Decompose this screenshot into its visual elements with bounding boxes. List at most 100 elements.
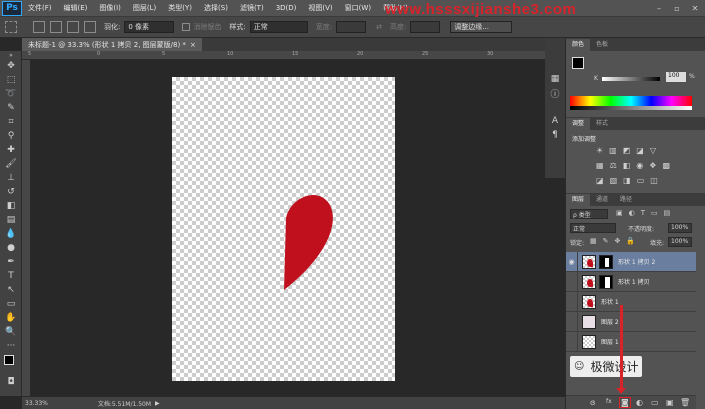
refine-edge-button[interactable]: 调整边缘...	[450, 21, 513, 33]
tab-layers[interactable]: 图层	[566, 194, 591, 206]
pen-tool-icon[interactable]: ✒	[0, 255, 22, 269]
menu-3d[interactable]: 3D(D)	[270, 4, 303, 12]
document-canvas[interactable]	[172, 77, 395, 381]
width-input[interactable]	[336, 21, 367, 33]
feather-input[interactable]: 0 像素	[124, 21, 175, 33]
path-select-tool-icon[interactable]: ↖	[0, 283, 22, 297]
k-value-input[interactable]: 100	[666, 72, 686, 82]
tab-styles[interactable]: 样式	[590, 118, 614, 130]
lock-position-icon[interactable]: ✥	[615, 237, 621, 245]
lock-pixels-icon[interactable]: ✎	[603, 237, 609, 245]
add-selection-icon[interactable]	[50, 21, 62, 33]
layer-row-shape[interactable]: 形状 1	[566, 291, 696, 312]
swap-icon[interactable]: ⇄	[376, 23, 382, 31]
menu-filter[interactable]: 滤镜(T)	[234, 3, 270, 13]
history-panel-icon[interactable]: ▦	[545, 72, 565, 86]
eyedropper-tool-icon[interactable]: ⚲	[0, 129, 22, 143]
lock-all-icon[interactable]: 🔒	[626, 237, 635, 245]
delete-layer-button[interactable]: 🗑	[680, 398, 690, 407]
brush-tool-icon[interactable]: 🖌	[0, 157, 22, 171]
photo-filter-icon[interactable]: ◉	[636, 161, 643, 170]
toolbar-collapse-icon[interactable]: »	[0, 51, 22, 59]
tab-channels[interactable]: 通道	[590, 194, 614, 206]
gradient-tool-icon[interactable]: ▤	[0, 213, 22, 227]
layer-filter-select[interactable]: ρ 类型	[570, 209, 608, 219]
marquee-tool-icon[interactable]: ⬚	[0, 73, 22, 87]
close-window-button[interactable]: ✕	[688, 3, 702, 13]
marquee-tool-icon[interactable]	[5, 21, 17, 33]
tab-adjustments[interactable]: 调整	[566, 118, 591, 130]
visibility-eye-icon[interactable]: ◉	[566, 251, 578, 272]
vibrance-icon[interactable]: ▽	[650, 146, 656, 155]
layer-row-shape-copy[interactable]: 形状 1 拷贝	[566, 271, 696, 292]
exposure-icon[interactable]: ◪	[636, 146, 644, 155]
paragraph-panel-icon[interactable]: ¶	[545, 128, 565, 142]
tab-swatches[interactable]: 色板	[590, 39, 614, 51]
quick-mask-icon[interactable]: ◘	[0, 375, 22, 389]
layer-row-layer-1[interactable]: 图层 1	[566, 331, 696, 352]
layer-name[interactable]: 形状 1	[601, 297, 619, 306]
type-tool-icon[interactable]: T	[0, 269, 22, 283]
color-lookup-icon[interactable]: ▩	[662, 161, 670, 170]
threshold-icon[interactable]: ◨	[623, 176, 631, 185]
gradient-map-icon[interactable]: ▭	[637, 176, 645, 185]
k-slider[interactable]	[602, 77, 660, 81]
tab-color[interactable]: 颜色	[566, 39, 591, 51]
menu-select[interactable]: 选择(S)	[198, 3, 234, 13]
visibility-toggle[interactable]	[566, 331, 578, 352]
eraser-tool-icon[interactable]: ◧	[0, 199, 22, 213]
color-swatches[interactable]	[0, 353, 21, 375]
subtract-selection-icon[interactable]	[67, 21, 79, 33]
filter-shape-icon[interactable]: ▭	[651, 209, 658, 217]
lock-transparency-icon[interactable]: ▦	[590, 237, 597, 245]
grayscale-bar[interactable]	[570, 106, 692, 110]
menu-edit[interactable]: 编辑(E)	[58, 3, 94, 13]
crop-tool-icon[interactable]: ⌗	[0, 115, 22, 129]
zoom-tool-icon[interactable]: 🔍	[0, 325, 22, 339]
move-tool-icon[interactable]: ✥	[0, 59, 22, 73]
blend-mode-select[interactable]: 正常	[570, 223, 616, 233]
tab-paths[interactable]: 路径	[614, 194, 638, 206]
brightness-icon[interactable]: ☀	[596, 146, 603, 155]
adjustment-layer-button[interactable]: ◐	[636, 398, 643, 407]
visibility-toggle[interactable]	[566, 271, 578, 292]
invert-icon[interactable]: ◪	[596, 176, 604, 185]
close-tab-icon[interactable]: ×	[190, 41, 196, 49]
layer-style-button[interactable]: fx	[606, 398, 612, 405]
posterize-icon[interactable]: ▧	[610, 176, 618, 185]
layer-name[interactable]: 形状 1 拷贝 2	[618, 257, 655, 266]
filter-adjust-icon[interactable]: ◐	[629, 209, 635, 217]
history-brush-tool-icon[interactable]: ↺	[0, 185, 22, 199]
height-input[interactable]	[410, 21, 441, 33]
quick-select-tool-icon[interactable]: ✎	[0, 101, 22, 115]
selective-color-icon[interactable]: ◫	[650, 176, 658, 185]
filter-type-icon[interactable]: T	[641, 209, 645, 217]
layer-row-shape-copy-2[interactable]: ◉ 形状 1 拷贝 2	[566, 251, 696, 272]
levels-icon[interactable]: ▥	[609, 146, 617, 155]
shape-tool-icon[interactable]: ▭	[0, 297, 22, 311]
fill-input[interactable]: 100%	[668, 237, 692, 247]
curves-icon[interactable]: ◩	[623, 146, 631, 155]
hue-saturation-icon[interactable]: ▦	[596, 161, 604, 170]
opacity-input[interactable]: 100%	[668, 223, 692, 233]
color-balance-icon[interactable]: ⚖	[610, 161, 617, 170]
maximize-button[interactable]: ▫	[670, 3, 684, 13]
document-tab[interactable]: 未标题-1 @ 33.3% (形状 1 拷贝 2, 图层蒙版/8) * ×	[22, 38, 202, 51]
menu-view[interactable]: 视图(V)	[302, 3, 338, 13]
channel-mixer-icon[interactable]: ❖	[649, 161, 656, 170]
zoom-level[interactable]: 33.33%	[25, 400, 48, 407]
layer-mask-thumbnail[interactable]	[599, 274, 613, 289]
clone-stamp-tool-icon[interactable]: ⊥	[0, 171, 22, 185]
layer-row-layer-2[interactable]: 图层 2	[566, 311, 696, 332]
info-panel-icon[interactable]: ⓘ	[545, 86, 565, 100]
menu-image[interactable]: 图像(I)	[93, 3, 127, 13]
new-group-button[interactable]: ▭	[651, 398, 659, 407]
layer-mask-thumbnail[interactable]	[599, 254, 613, 269]
color-fg-swatch[interactable]	[572, 57, 584, 69]
new-layer-button[interactable]: ▣	[666, 398, 674, 407]
visibility-toggle[interactable]	[566, 311, 578, 332]
antialias-checkbox[interactable]	[182, 23, 191, 31]
dodge-tool-icon[interactable]: ●	[0, 241, 22, 255]
healing-brush-tool-icon[interactable]: ✚	[0, 143, 22, 157]
minimize-button[interactable]: –	[652, 3, 666, 13]
